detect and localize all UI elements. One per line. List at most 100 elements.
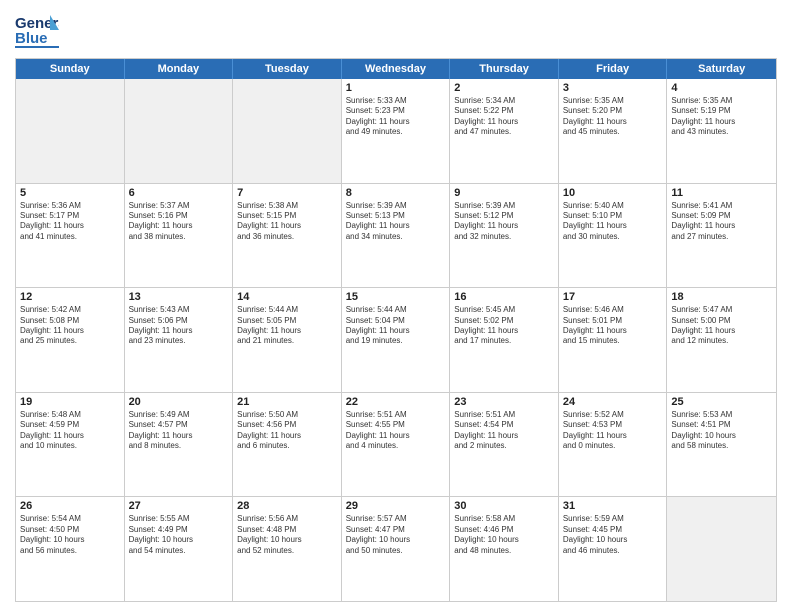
calendar-cell: 17 Sunrise: 5:46 AM Sunset: 5:01 PM Dayli… [559, 288, 668, 392]
calendar-cell: 10Sunrise: 5:40 AM Sunset: 5:10 PM Dayli… [559, 184, 668, 288]
calendar-cell [16, 79, 125, 183]
day-info: Sunrise: 5:58 AM Sunset: 4:46 PM Dayligh… [454, 514, 554, 556]
day-info: Sunrise: 5:44 AM Sunset: 5:04 PM Dayligh… [346, 305, 446, 347]
day-number: 6 [129, 187, 229, 199]
day-info: Sunrise: 5:48 AM Sunset: 4:59 PM Dayligh… [20, 410, 120, 452]
day-number: 22 [346, 396, 446, 408]
calendar-body: 1Sunrise: 5:33 AM Sunset: 5:23 PM Daylig… [16, 79, 776, 601]
calendar-cell: 7 Sunrise: 5:38 AM Sunset: 5:15 PM Daylig… [233, 184, 342, 288]
calendar-cell: 22 Sunrise: 5:51 AM Sunset: 4:55 PM Dayli… [342, 393, 451, 497]
day-number: 13 [129, 291, 229, 303]
day-number: 26 [20, 500, 120, 512]
calendar-cell: 19 Sunrise: 5:48 AM Sunset: 4:59 PM Dayli… [16, 393, 125, 497]
calendar-header: SundayMondayTuesdayWednesdayThursdayFrid… [16, 59, 776, 79]
day-number: 5 [20, 187, 120, 199]
day-info: Sunrise: 5:33 AM Sunset: 5:23 PM Dayligh… [346, 96, 446, 138]
calendar-cell: 30 Sunrise: 5:58 AM Sunset: 4:46 PM Dayli… [450, 497, 559, 601]
day-info: Sunrise: 5:45 AM Sunset: 5:02 PM Dayligh… [454, 305, 554, 347]
calendar-cell [667, 497, 776, 601]
header: General Blue [15, 10, 777, 50]
calendar-cell: 9 Sunrise: 5:39 AM Sunset: 5:12 PM Daylig… [450, 184, 559, 288]
calendar-cell: 13 Sunrise: 5:43 AM Sunset: 5:06 PM Dayli… [125, 288, 234, 392]
day-info: Sunrise: 5:51 AM Sunset: 4:55 PM Dayligh… [346, 410, 446, 452]
calendar-cell [125, 79, 234, 183]
header-day-saturday: Saturday [667, 59, 776, 79]
day-info: Sunrise: 5:41 AM Sunset: 5:09 PM Dayligh… [671, 201, 772, 243]
calendar-cell: 2 Sunrise: 5:34 AM Sunset: 5:22 PM Daylig… [450, 79, 559, 183]
day-number: 20 [129, 396, 229, 408]
svg-text:Blue: Blue [15, 30, 48, 47]
day-number: 9 [454, 187, 554, 199]
day-number: 27 [129, 500, 229, 512]
calendar-cell: 21Sunrise: 5:50 AM Sunset: 4:56 PM Dayli… [233, 393, 342, 497]
day-info: Sunrise: 5:46 AM Sunset: 5:01 PM Dayligh… [563, 305, 663, 347]
day-info: Sunrise: 5:38 AM Sunset: 5:15 PM Dayligh… [237, 201, 337, 243]
logo: General Blue [15, 10, 59, 50]
day-number: 18 [671, 291, 772, 303]
calendar-cell: 29 Sunrise: 5:57 AM Sunset: 4:47 PM Dayli… [342, 497, 451, 601]
calendar-cell: 15 Sunrise: 5:44 AM Sunset: 5:04 PM Dayli… [342, 288, 451, 392]
calendar-cell: 16 Sunrise: 5:45 AM Sunset: 5:02 PM Dayli… [450, 288, 559, 392]
day-info: Sunrise: 5:52 AM Sunset: 4:53 PM Dayligh… [563, 410, 663, 452]
calendar-cell: 8Sunrise: 5:39 AM Sunset: 5:13 PM Daylig… [342, 184, 451, 288]
header-day-tuesday: Tuesday [233, 59, 342, 79]
day-info: Sunrise: 5:54 AM Sunset: 4:50 PM Dayligh… [20, 514, 120, 556]
day-info: Sunrise: 5:35 AM Sunset: 5:20 PM Dayligh… [563, 96, 663, 138]
day-info: Sunrise: 5:57 AM Sunset: 4:47 PM Dayligh… [346, 514, 446, 556]
day-number: 17 [563, 291, 663, 303]
day-info: Sunrise: 5:44 AM Sunset: 5:05 PM Dayligh… [237, 305, 337, 347]
calendar-cell: 6 Sunrise: 5:37 AM Sunset: 5:16 PM Daylig… [125, 184, 234, 288]
calendar-cell: 18 Sunrise: 5:47 AM Sunset: 5:00 PM Dayli… [667, 288, 776, 392]
day-info: Sunrise: 5:47 AM Sunset: 5:00 PM Dayligh… [671, 305, 772, 347]
day-number: 3 [563, 82, 663, 94]
day-number: 14 [237, 291, 337, 303]
header-day-sunday: Sunday [16, 59, 125, 79]
calendar-cell [233, 79, 342, 183]
calendar-cell: 5Sunrise: 5:36 AM Sunset: 5:17 PM Daylig… [16, 184, 125, 288]
calendar-cell: 4 Sunrise: 5:35 AM Sunset: 5:19 PM Daylig… [667, 79, 776, 183]
day-info: Sunrise: 5:49 AM Sunset: 4:57 PM Dayligh… [129, 410, 229, 452]
day-number: 28 [237, 500, 337, 512]
day-number: 2 [454, 82, 554, 94]
day-number: 19 [20, 396, 120, 408]
day-number: 7 [237, 187, 337, 199]
day-info: Sunrise: 5:50 AM Sunset: 4:56 PM Dayligh… [237, 410, 337, 452]
calendar-cell: 27 Sunrise: 5:55 AM Sunset: 4:49 PM Dayli… [125, 497, 234, 601]
day-number: 30 [454, 500, 554, 512]
header-day-friday: Friday [559, 59, 668, 79]
day-info: Sunrise: 5:37 AM Sunset: 5:16 PM Dayligh… [129, 201, 229, 243]
header-day-thursday: Thursday [450, 59, 559, 79]
page: General Blue SundayMondayTuesdayWednesda… [0, 0, 792, 612]
calendar-row-3: 12 Sunrise: 5:42 AM Sunset: 5:08 PM Dayli… [16, 287, 776, 392]
day-info: Sunrise: 5:51 AM Sunset: 4:54 PM Dayligh… [454, 410, 554, 452]
day-info: Sunrise: 5:42 AM Sunset: 5:08 PM Dayligh… [20, 305, 120, 347]
calendar-cell: 26 Sunrise: 5:54 AM Sunset: 4:50 PM Dayli… [16, 497, 125, 601]
day-info: Sunrise: 5:53 AM Sunset: 4:51 PM Dayligh… [671, 410, 772, 452]
calendar-cell: 3 Sunrise: 5:35 AM Sunset: 5:20 PM Daylig… [559, 79, 668, 183]
calendar-row-2: 5Sunrise: 5:36 AM Sunset: 5:17 PM Daylig… [16, 183, 776, 288]
day-info: Sunrise: 5:39 AM Sunset: 5:12 PM Dayligh… [454, 201, 554, 243]
day-info: Sunrise: 5:34 AM Sunset: 5:22 PM Dayligh… [454, 96, 554, 138]
day-number: 10 [563, 187, 663, 199]
calendar: SundayMondayTuesdayWednesdayThursdayFrid… [15, 58, 777, 602]
day-number: 29 [346, 500, 446, 512]
day-number: 4 [671, 82, 772, 94]
day-info: Sunrise: 5:43 AM Sunset: 5:06 PM Dayligh… [129, 305, 229, 347]
logo-icon: General Blue [15, 10, 59, 50]
calendar-cell: 1Sunrise: 5:33 AM Sunset: 5:23 PM Daylig… [342, 79, 451, 183]
day-info: Sunrise: 5:56 AM Sunset: 4:48 PM Dayligh… [237, 514, 337, 556]
calendar-cell: 14 Sunrise: 5:44 AM Sunset: 5:05 PM Dayli… [233, 288, 342, 392]
day-number: 11 [671, 187, 772, 199]
header-day-monday: Monday [125, 59, 234, 79]
day-number: 25 [671, 396, 772, 408]
calendar-row-5: 26 Sunrise: 5:54 AM Sunset: 4:50 PM Dayli… [16, 496, 776, 601]
day-number: 16 [454, 291, 554, 303]
day-info: Sunrise: 5:39 AM Sunset: 5:13 PM Dayligh… [346, 201, 446, 243]
day-number: 24 [563, 396, 663, 408]
calendar-cell: 11 Sunrise: 5:41 AM Sunset: 5:09 PM Dayli… [667, 184, 776, 288]
header-day-wednesday: Wednesday [342, 59, 451, 79]
day-number: 12 [20, 291, 120, 303]
day-info: Sunrise: 5:35 AM Sunset: 5:19 PM Dayligh… [671, 96, 772, 138]
day-number: 15 [346, 291, 446, 303]
day-info: Sunrise: 5:55 AM Sunset: 4:49 PM Dayligh… [129, 514, 229, 556]
